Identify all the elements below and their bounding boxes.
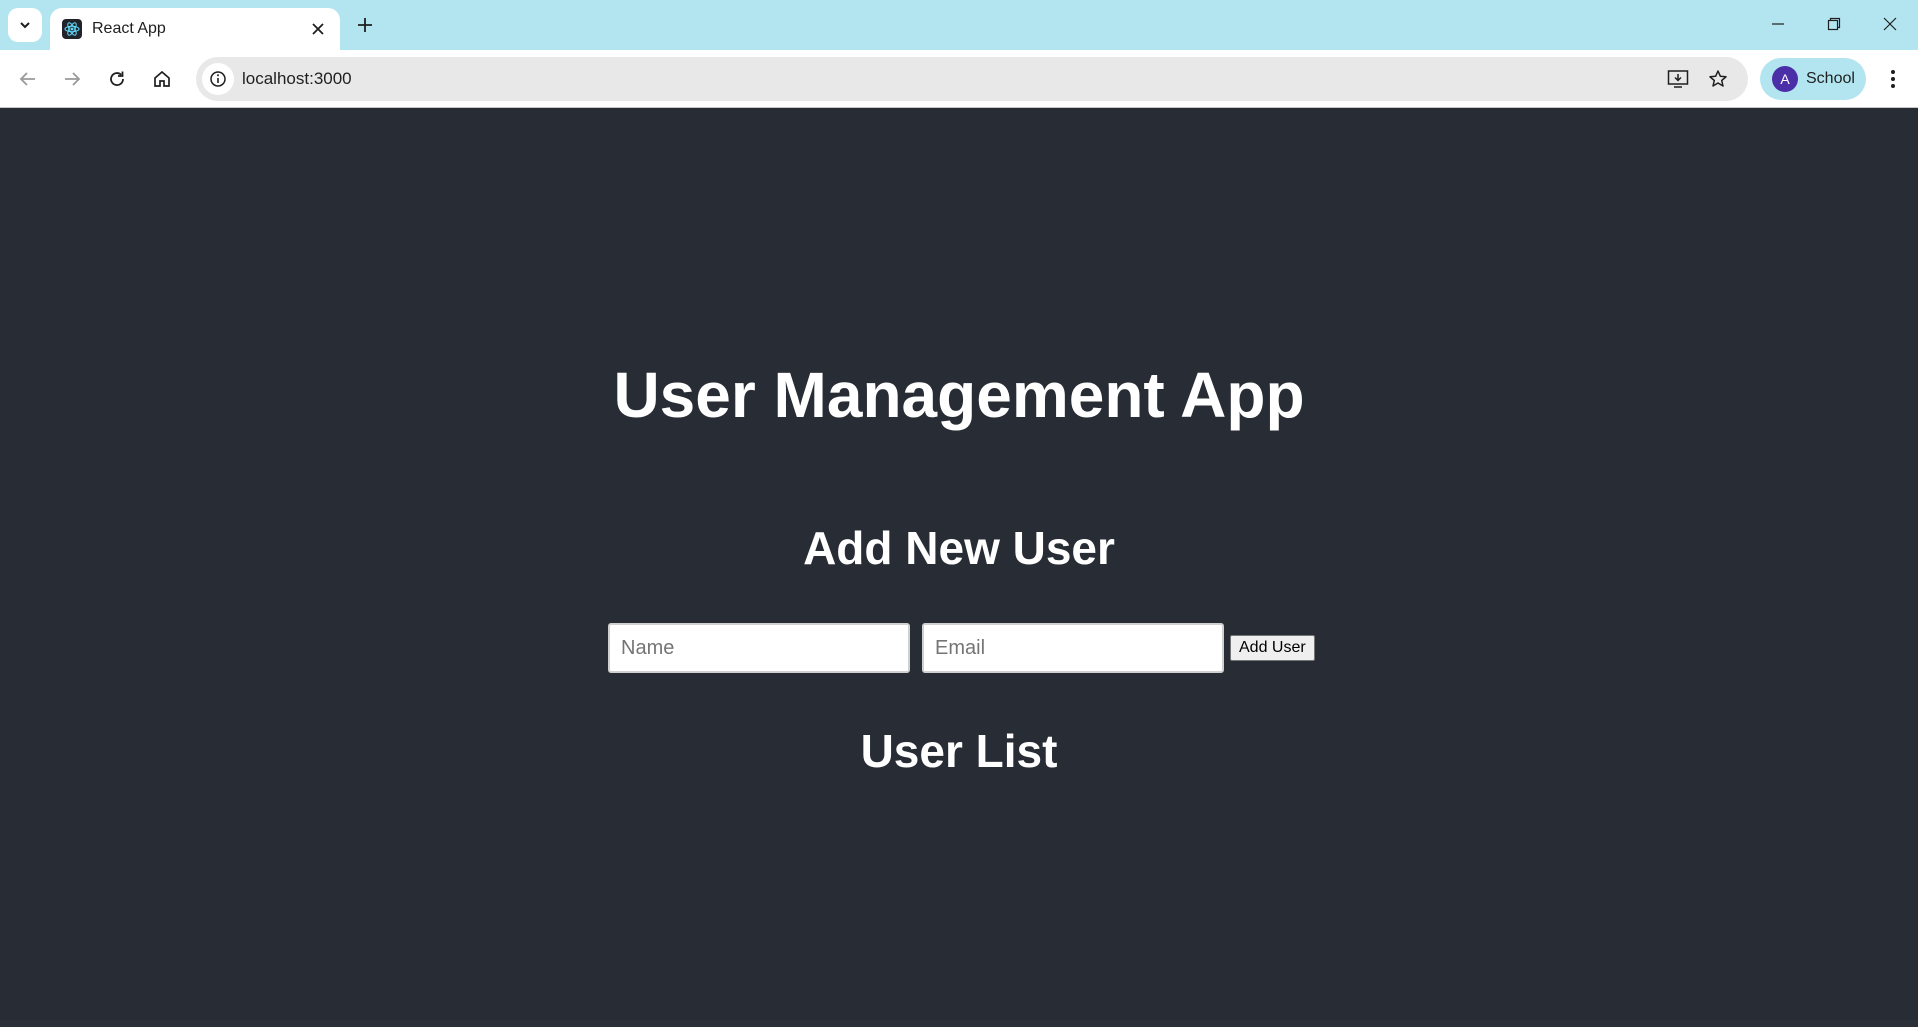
reload-icon xyxy=(110,71,124,86)
avatar: A xyxy=(1772,66,1798,92)
install-app-icon xyxy=(1667,70,1689,88)
back-button[interactable] xyxy=(10,61,46,97)
chevron-down-icon xyxy=(20,22,30,29)
user-list-heading: User List xyxy=(860,725,1058,777)
browser-toolbar: localhost:3000 A School xyxy=(0,50,1918,108)
address-bar[interactable]: localhost:3000 xyxy=(196,57,1748,101)
profile-button[interactable]: A School xyxy=(1760,58,1866,100)
close-window-button[interactable] xyxy=(1864,4,1916,44)
page-title: User Management App xyxy=(613,359,1305,431)
tab-title: React App xyxy=(92,20,166,37)
star-icon xyxy=(1709,70,1727,87)
tab-close-button[interactable] xyxy=(304,15,332,43)
restore-button[interactable] xyxy=(1808,4,1860,44)
restore-icon xyxy=(1827,17,1841,31)
close-icon xyxy=(1883,17,1897,31)
tab-search-button[interactable] xyxy=(8,8,42,42)
profile-label: School xyxy=(1806,70,1855,87)
info-icon xyxy=(210,71,226,87)
home-icon xyxy=(154,70,170,87)
new-tab-button[interactable] xyxy=(350,10,380,40)
more-vertical-icon xyxy=(1891,70,1895,88)
home-button[interactable] xyxy=(144,61,180,97)
app-viewport: User Management App Add New User Add Use… xyxy=(0,108,1918,1020)
reload-button[interactable] xyxy=(99,61,135,97)
add-user-form: Add User xyxy=(608,623,1315,673)
close-icon xyxy=(312,23,324,35)
url-text[interactable]: localhost:3000 xyxy=(242,69,352,89)
browser-tabstrip: React App xyxy=(0,0,1918,50)
add-user-button[interactable]: Add User xyxy=(1230,635,1315,661)
bookmark-button[interactable] xyxy=(1704,65,1732,93)
browser-tab-active[interactable]: React App xyxy=(50,8,340,50)
forward-button[interactable] xyxy=(54,61,90,97)
taskbar-edge xyxy=(0,1020,1918,1027)
name-input[interactable] xyxy=(608,623,910,673)
add-user-heading: Add New User xyxy=(803,522,1115,574)
arrow-left-icon xyxy=(19,72,35,86)
react-logo-icon xyxy=(62,19,82,39)
minimize-button[interactable] xyxy=(1752,4,1804,44)
plus-icon xyxy=(358,18,372,32)
minimize-icon xyxy=(1772,23,1784,25)
browser-menu-button[interactable] xyxy=(1876,61,1910,97)
site-info-button[interactable] xyxy=(202,63,234,95)
arrow-right-icon xyxy=(65,72,81,86)
email-input[interactable] xyxy=(922,623,1224,673)
install-app-button[interactable] xyxy=(1664,65,1692,93)
